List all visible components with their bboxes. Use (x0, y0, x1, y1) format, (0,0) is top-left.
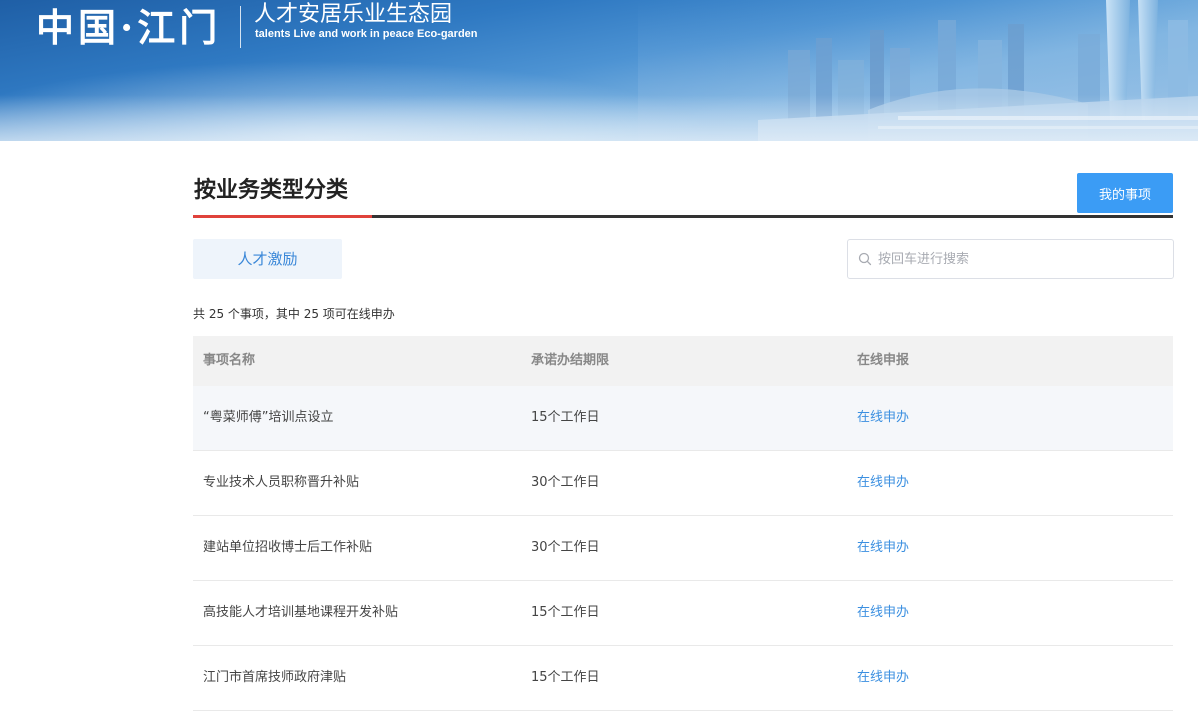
header-item-name: 事项名称 (203, 353, 256, 368)
header-online-apply: 在线申报 (857, 353, 910, 368)
item-deadline: 30个工作日 (531, 540, 600, 555)
table-header: 事项名称 承诺办结期限 在线申报 (193, 336, 1173, 386)
header-banner: 中国·江门 人才安居乐业生态园 talents Live and work in… (0, 0, 1198, 141)
item-name: 专业技术人员职称晋升补贴 (203, 475, 360, 490)
items-table: 事项名称 承诺办结期限 在线申报 “粤菜师傅”培训点设立 15个工作日 在线申办… (193, 336, 1173, 711)
tab-talent-incentive[interactable]: 人才激励 (193, 239, 342, 279)
table-row: 专业技术人员职称晋升补贴 30个工作日 在线申办 (193, 451, 1173, 516)
item-name: 高技能人才培训基地课程开发补贴 (203, 605, 399, 620)
apply-online-link[interactable]: 在线申办 (857, 451, 909, 515)
apply-online-link[interactable]: 在线申办 (857, 581, 909, 645)
site-title: 人才安居乐业生态园 (254, 2, 453, 27)
table-row: “粤菜师傅”培训点设立 15个工作日 在线申办 (193, 386, 1173, 451)
table-row: 江门市首席技师政府津贴 15个工作日 在线申办 (193, 646, 1173, 711)
item-deadline: 15个工作日 (531, 410, 600, 425)
table-row: 高技能人才培训基地课程开发补贴 15个工作日 在线申办 (193, 581, 1173, 646)
page-title: 按业务类型分类 (194, 178, 349, 203)
item-deadline: 15个工作日 (531, 670, 600, 685)
my-items-button[interactable]: 我的事项 (1077, 173, 1173, 213)
search-input[interactable] (876, 240, 1166, 278)
header-deadline: 承诺办结期限 (531, 353, 610, 368)
item-name: 江门市首席技师政府津贴 (203, 670, 347, 685)
item-name: “粤菜师傅”培训点设立 (203, 410, 334, 425)
item-deadline: 15个工作日 (531, 605, 600, 620)
item-deadline: 30个工作日 (531, 475, 600, 490)
item-name: 建站单位招收博士后工作补贴 (203, 540, 373, 555)
apply-online-link[interactable]: 在线申办 (857, 646, 909, 710)
title-divider-accent (193, 215, 372, 218)
search-box[interactable] (847, 239, 1174, 279)
banner-fade (0, 95, 1198, 141)
logo-text: 中国·江门 (36, 5, 222, 50)
apply-online-link[interactable]: 在线申办 (857, 516, 909, 580)
search-icon (858, 252, 872, 266)
items-summary: 共 25 个事项，其中 25 项可在线申办 (193, 307, 395, 321)
apply-online-link[interactable]: 在线申办 (857, 386, 909, 450)
site-subtitle: talents Live and work in peace Eco-garde… (255, 28, 478, 40)
logo-divider (240, 6, 241, 48)
table-row: 建站单位招收博士后工作补贴 30个工作日 在线申办 (193, 516, 1173, 581)
